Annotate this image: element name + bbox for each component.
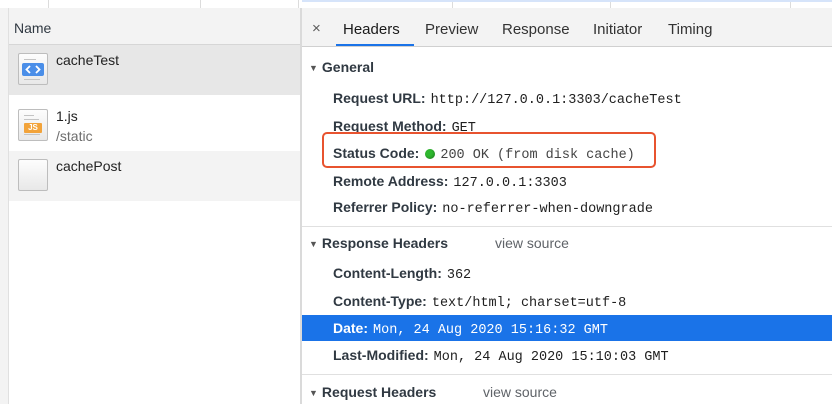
header-key: Content-Type: — [333, 293, 427, 309]
tab-headers[interactable]: Headers — [343, 21, 400, 38]
header-content-length: Content-Length: 362 — [333, 265, 471, 283]
header-last-modified: Last-Modified: Mon, 24 Aug 2020 15:10:03 … — [333, 347, 669, 365]
request-name: 1.js — [56, 108, 78, 124]
name-column-header[interactable]: Name — [0, 8, 300, 45]
header-value: text/html; charset=utf-8 — [431, 296, 627, 311]
details-tab-bar: × Headers Preview Response Initiator Tim… — [302, 8, 832, 47]
header-referrer-policy: Referrer Policy: no-referrer-when-downgra… — [333, 199, 653, 217]
request-details-panel: × Headers Preview Response Initiator Tim… — [302, 8, 832, 404]
close-icon[interactable]: × — [312, 20, 321, 37]
header-key: Last-Modified: — [333, 347, 429, 363]
header-date[interactable]: Date: Mon, 24 Aug 2020 15:16:32 GMT — [333, 320, 608, 338]
blank-file-icon — [18, 159, 48, 191]
request-name: cacheTest — [56, 52, 120, 68]
section-divider — [302, 226, 832, 227]
general-section-header[interactable]: ▼ General — [309, 59, 374, 75]
header-key: Request URL: — [333, 90, 426, 106]
left-gutter — [0, 8, 9, 404]
header-value: Mon, 24 Aug 2020 15:16:32 GMT — [373, 323, 608, 338]
section-title: Response Headers — [321, 235, 448, 251]
tab-initiator[interactable]: Initiator — [593, 21, 642, 38]
toolbar-separator — [200, 0, 201, 8]
header-key: Remote Address: — [333, 173, 449, 189]
header-value: http://127.0.0.1:3303/cacheTest — [430, 93, 682, 108]
js-file-icon: JS — [18, 109, 48, 141]
status-code-highlight-box — [322, 132, 656, 168]
triangle-down-icon: ▼ — [309, 63, 318, 73]
toolbar-separator — [298, 0, 299, 8]
header-value: 127.0.0.1:3303 — [453, 176, 567, 191]
section-title: General — [321, 59, 375, 75]
request-name: cachePost — [56, 158, 122, 174]
toolbar-separator — [48, 0, 49, 8]
active-tab-indicator — [336, 44, 414, 46]
section-title: Request Headers — [321, 384, 437, 400]
html-document-icon — [18, 53, 48, 85]
tab-preview[interactable]: Preview — [425, 21, 478, 38]
tab-timing[interactable]: Timing — [668, 21, 712, 38]
tab-response[interactable]: Response — [502, 21, 570, 38]
header-content-type: Content-Type: text/html; charset=utf-8 — [333, 293, 626, 311]
header-value: Mon, 24 Aug 2020 15:10:03 GMT — [433, 350, 669, 365]
header-key: Date: — [333, 320, 369, 336]
header-remote-address: Remote Address: 127.0.0.1:3303 — [333, 173, 567, 191]
request-row-cachepost[interactable]: cachePost — [8, 151, 300, 201]
header-value: no-referrer-when-downgrade — [442, 202, 653, 217]
request-row-cachetest[interactable]: cacheTest — [8, 45, 300, 95]
header-request-url: Request URL: http://127.0.0.1:3303/cacheT… — [333, 90, 682, 108]
header-value: 362 — [446, 268, 472, 283]
triangle-down-icon: ▼ — [309, 239, 318, 249]
request-path: /static — [56, 128, 93, 144]
view-source-link[interactable]: view source — [483, 384, 557, 400]
triangle-down-icon: ▼ — [309, 388, 318, 398]
view-source-link[interactable]: view source — [495, 235, 569, 251]
response-headers-section-header[interactable]: ▼ Response Headers — [309, 235, 448, 251]
section-divider — [302, 374, 832, 375]
request-headers-section-header[interactable]: ▼ Request Headers — [309, 384, 436, 400]
request-list-panel: Name cacheTest JS 1.js /static cachePost — [0, 8, 300, 404]
header-key: Content-Length: — [333, 265, 442, 281]
name-column-label: Name — [14, 20, 52, 36]
request-row-1js[interactable]: JS 1.js /static — [8, 101, 300, 151]
timeline-accent — [302, 0, 832, 2]
header-key: Referrer Policy: — [333, 199, 438, 215]
